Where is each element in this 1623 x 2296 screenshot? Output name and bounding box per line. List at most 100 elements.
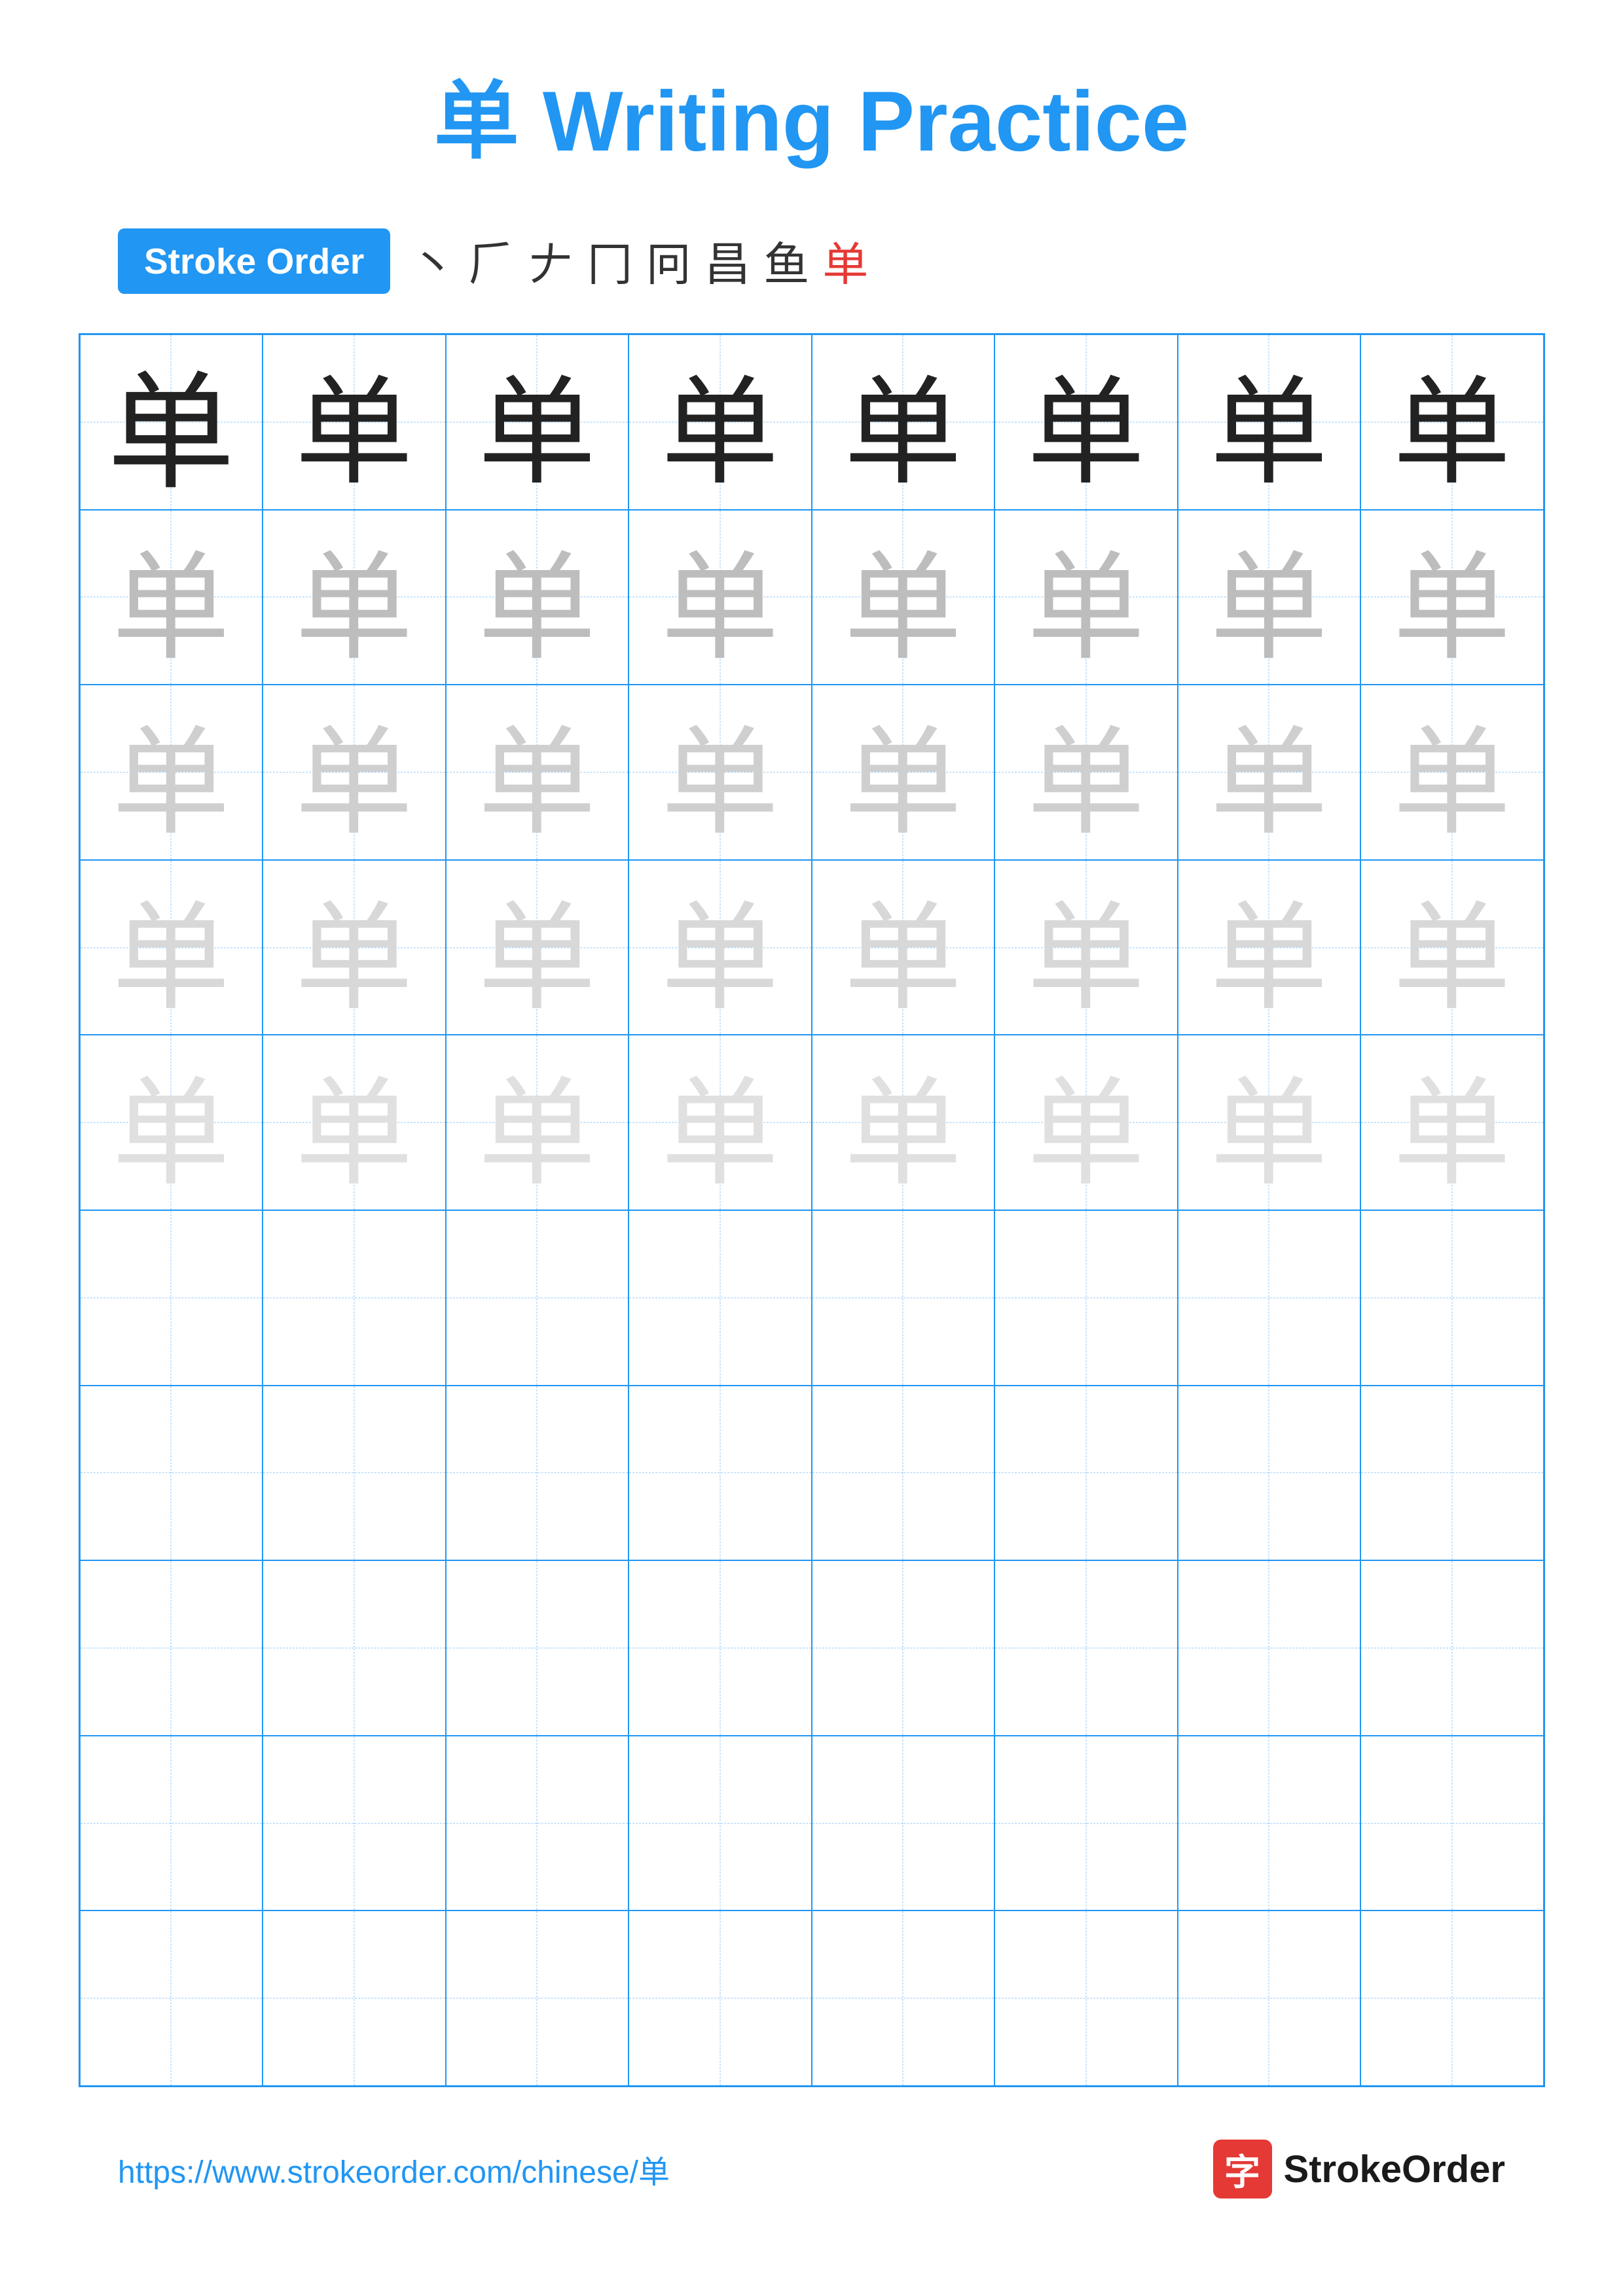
grid-cell[interactable] xyxy=(1360,1386,1544,1561)
practice-char: 单 xyxy=(1210,336,1328,507)
grid-cell[interactable]: 单 xyxy=(629,860,812,1035)
grid-cell[interactable]: 单 xyxy=(1360,685,1544,860)
grid-cell[interactable] xyxy=(263,1386,446,1561)
grid-cell[interactable]: 单 xyxy=(1360,1035,1544,1210)
practice-char: 单 xyxy=(112,1037,230,1208)
grid-cell[interactable]: 单 xyxy=(812,685,995,860)
grid-cell[interactable] xyxy=(80,1910,263,2086)
grid-cell[interactable] xyxy=(1178,1210,1361,1386)
grid-cell[interactable]: 单 xyxy=(80,510,263,685)
grid-cell[interactable] xyxy=(80,1560,263,1736)
grid-cell[interactable] xyxy=(80,1386,263,1561)
practice-char: 单 xyxy=(661,512,779,683)
grid-cell[interactable] xyxy=(80,1210,263,1386)
grid-cell[interactable]: 单 xyxy=(994,510,1178,685)
grid-cell[interactable] xyxy=(1360,1560,1544,1736)
grid-cell[interactable]: 单 xyxy=(1178,334,1361,510)
grid-cell[interactable] xyxy=(812,1210,995,1386)
practice-char: 单 xyxy=(295,512,413,683)
grid-cell[interactable]: 单 xyxy=(629,334,812,510)
grid-cell[interactable]: 单 xyxy=(994,334,1178,510)
grid-cell[interactable] xyxy=(994,1736,1178,1911)
grid-cell[interactable] xyxy=(263,1210,446,1386)
grid-cell[interactable] xyxy=(994,1210,1178,1386)
grid-cell[interactable] xyxy=(80,1736,263,1911)
grid-cell[interactable] xyxy=(1360,1736,1544,1911)
stroke-step-1: 丶 xyxy=(410,228,456,294)
grid-cell[interactable]: 单 xyxy=(994,685,1178,860)
grid-cell[interactable] xyxy=(1178,1560,1361,1736)
title-char: 单 xyxy=(434,73,519,169)
footer-logo-text: StrokeOrder xyxy=(1284,2147,1505,2191)
grid-cell[interactable]: 单 xyxy=(446,685,629,860)
practice-char: 单 xyxy=(1393,1037,1511,1208)
grid-cell[interactable] xyxy=(812,1910,995,2086)
grid-cell[interactable] xyxy=(263,1560,446,1736)
grid-cell[interactable] xyxy=(629,1736,812,1911)
grid-cell[interactable] xyxy=(1360,1210,1544,1386)
grid-cell[interactable]: 单 xyxy=(263,1035,446,1210)
grid-cell[interactable] xyxy=(446,1560,629,1736)
grid-cell[interactable]: 单 xyxy=(446,860,629,1035)
grid-cell[interactable] xyxy=(994,1386,1178,1561)
grid-cell[interactable]: 单 xyxy=(1360,510,1544,685)
grid-cell[interactable]: 单 xyxy=(1178,510,1361,685)
grid-cell[interactable] xyxy=(629,1386,812,1561)
grid-cell[interactable] xyxy=(812,1560,995,1736)
practice-char: 单 xyxy=(844,862,962,1033)
grid-cell[interactable] xyxy=(1178,1736,1361,1911)
grid-cell[interactable]: 单 xyxy=(263,334,446,510)
grid-cell[interactable] xyxy=(446,1736,629,1911)
grid-cell[interactable]: 单 xyxy=(994,860,1178,1035)
grid-cell[interactable]: 单 xyxy=(629,1035,812,1210)
grid-cell[interactable]: 单 xyxy=(263,860,446,1035)
grid-cell[interactable]: 单 xyxy=(263,685,446,860)
grid-cell[interactable] xyxy=(446,1386,629,1561)
practice-char: 单 xyxy=(107,334,235,510)
grid-cell[interactable] xyxy=(1360,1910,1544,2086)
grid-cell[interactable] xyxy=(1178,1910,1361,2086)
footer-url[interactable]: https://www.strokeorder.com/chinese/单 xyxy=(118,2146,670,2192)
practice-char: 单 xyxy=(112,512,230,683)
grid-cell[interactable] xyxy=(446,1210,629,1386)
grid-cell[interactable]: 单 xyxy=(629,685,812,860)
grid-cell[interactable]: 单 xyxy=(1178,860,1361,1035)
grid-cell[interactable] xyxy=(446,1910,629,2086)
grid-cell[interactable]: 单 xyxy=(812,334,995,510)
grid-cell[interactable]: 单 xyxy=(446,1035,629,1210)
practice-char: 单 xyxy=(295,862,413,1033)
grid-cell[interactable] xyxy=(994,1560,1178,1736)
practice-char: 单 xyxy=(1027,862,1145,1033)
grid-cell[interactable] xyxy=(263,1736,446,1911)
grid-cell[interactable]: 单 xyxy=(446,510,629,685)
practice-char: 单 xyxy=(1393,862,1511,1033)
grid-cell[interactable] xyxy=(629,1560,812,1736)
grid-cell[interactable] xyxy=(629,1210,812,1386)
grid-cell[interactable]: 单 xyxy=(446,334,629,510)
grid-cell[interactable] xyxy=(1178,1386,1361,1561)
grid-cell[interactable]: 单 xyxy=(1360,334,1544,510)
grid-cell[interactable]: 单 xyxy=(80,334,263,510)
grid-cell[interactable]: 单 xyxy=(812,1035,995,1210)
grid-cell[interactable]: 单 xyxy=(263,510,446,685)
grid-cell[interactable]: 单 xyxy=(80,685,263,860)
practice-char: 单 xyxy=(112,687,230,857)
grid-cell[interactable]: 单 xyxy=(812,510,995,685)
grid-cell[interactable]: 单 xyxy=(1360,860,1544,1035)
grid-cell[interactable]: 单 xyxy=(80,1035,263,1210)
grid-cell[interactable] xyxy=(263,1910,446,2086)
grid-cell[interactable] xyxy=(629,1910,812,2086)
practice-char: 单 xyxy=(661,336,779,507)
stroke-steps: 丶 𠂆 𠂇 冂 冋 昌 鱼 单 xyxy=(410,228,868,294)
grid-cell[interactable]: 单 xyxy=(1178,1035,1361,1210)
grid-cell[interactable] xyxy=(994,1910,1178,2086)
grid-cell[interactable]: 单 xyxy=(812,860,995,1035)
grid-cell[interactable] xyxy=(812,1386,995,1561)
grid-cell[interactable]: 单 xyxy=(994,1035,1178,1210)
grid-cell[interactable]: 单 xyxy=(80,860,263,1035)
title-text: Writing Practice xyxy=(519,73,1189,169)
grid-cell[interactable]: 单 xyxy=(1178,685,1361,860)
footer-logo-icon: 字 xyxy=(1213,2140,1272,2198)
grid-cell[interactable]: 单 xyxy=(629,510,812,685)
grid-cell[interactable] xyxy=(812,1736,995,1911)
